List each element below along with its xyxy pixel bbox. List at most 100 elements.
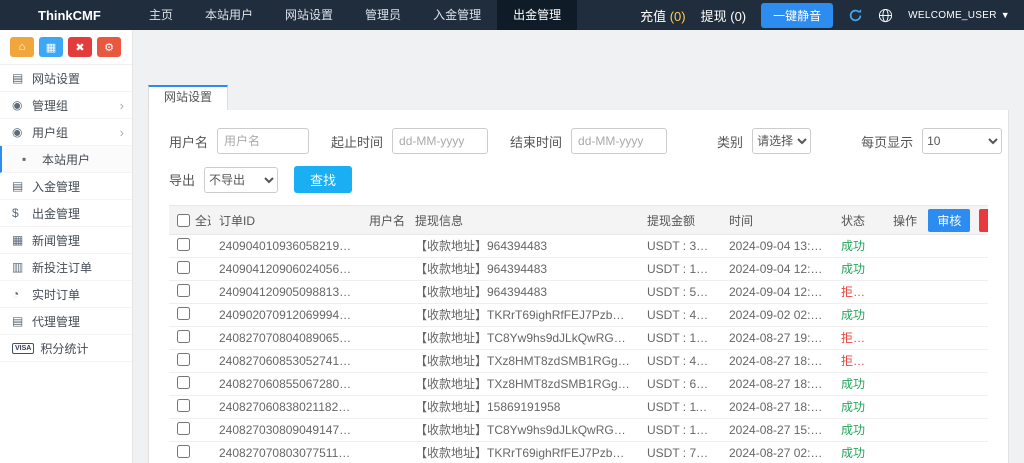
time: 2024-08-27 02:37:12 bbox=[721, 442, 833, 463]
row-checkbox[interactable] bbox=[177, 376, 190, 389]
table-row: 240904120906024056321【收款地址】964394483USDT… bbox=[169, 258, 988, 281]
refresh-icon[interactable] bbox=[848, 8, 863, 23]
end-time-label: 结束时间 bbox=[510, 132, 562, 151]
reject-button[interactable]: 拒绝 bbox=[979, 209, 988, 232]
topbar-nav-item[interactable]: 主页 bbox=[133, 0, 189, 30]
row-checkbox[interactable] bbox=[177, 353, 190, 366]
recharge-link[interactable]: 充值 (0) bbox=[640, 6, 686, 25]
topbar-nav: 主页本站用户网站设置管理员入金管理出金管理 bbox=[133, 0, 577, 30]
sidebar-item[interactable]: ◔实时订单 bbox=[0, 281, 132, 308]
row-checkbox[interactable] bbox=[177, 445, 190, 458]
amount: USDT : 100.00 bbox=[639, 258, 721, 281]
withdraw-info: 【收款地址】964394483 bbox=[407, 235, 639, 258]
order-id: 240904010936058219336 bbox=[211, 235, 361, 258]
order-id: 240827060838021182737 bbox=[211, 396, 361, 419]
topbar-nav-item[interactable]: 本站用户 bbox=[189, 0, 269, 30]
sidebar-item-label: 入金管理 bbox=[32, 178, 80, 195]
recharge-count: (0) bbox=[670, 9, 686, 24]
row-checkbox[interactable] bbox=[177, 422, 190, 435]
withdraw-info: 【收款地址】TXz8HMT8zdSMB1RGg6txZzQYeTubDqVLXp bbox=[407, 373, 639, 396]
topbar: ThinkCMF 主页本站用户网站设置管理员入金管理出金管理 充值 (0) 提现… bbox=[0, 0, 1024, 30]
row-actions bbox=[885, 281, 988, 304]
recharge-label: 充值 bbox=[640, 9, 666, 24]
per-page-select[interactable]: 10 bbox=[922, 128, 1002, 154]
tab-website-settings[interactable]: 网站设置 bbox=[148, 85, 228, 111]
start-date-input[interactable] bbox=[392, 128, 488, 154]
time: 2024-09-04 13:20:36 bbox=[721, 235, 833, 258]
clock-icon: ◔ bbox=[12, 287, 32, 301]
order-id: 240827060853052741660 bbox=[211, 350, 361, 373]
amount: USDT : 702.00 bbox=[639, 442, 721, 463]
select-all-checkbox[interactable] bbox=[177, 214, 190, 227]
visa-icon: VISA bbox=[12, 343, 34, 354]
mute-button[interactable]: 一键静音 bbox=[761, 3, 833, 28]
sidebar-item[interactable]: ◉管理组› bbox=[0, 92, 132, 119]
sidebar-item[interactable]: $出金管理 bbox=[0, 200, 132, 227]
sidebar-item[interactable]: ▤网站设置 bbox=[0, 65, 132, 92]
time: 2024-09-04 12:41:05 bbox=[721, 281, 833, 304]
trash-quick-button[interactable]: ✖ bbox=[68, 37, 92, 57]
amount: USDT : 450.00 bbox=[639, 304, 721, 327]
chevron-right-icon: › bbox=[120, 126, 124, 139]
row-checkbox[interactable] bbox=[177, 284, 190, 297]
end-date-input[interactable] bbox=[571, 128, 667, 154]
table-row: 240827070803077511670【收款地址】TKRrT69ighRfF… bbox=[169, 442, 988, 463]
sidebar-item[interactable]: ▤代理管理 bbox=[0, 308, 132, 335]
sidebar-item[interactable]: ▪本站用户 bbox=[0, 146, 132, 173]
row-checkbox[interactable] bbox=[177, 330, 190, 343]
sidebar-item[interactable]: ▤入金管理 bbox=[0, 173, 132, 200]
table-row: 240827060838021182737【收款地址】15869191958US… bbox=[169, 396, 988, 419]
col-time: 时间 bbox=[721, 206, 833, 235]
username bbox=[361, 350, 407, 373]
brand-logo[interactable]: ThinkCMF bbox=[0, 0, 133, 30]
username-input[interactable] bbox=[217, 128, 309, 154]
order-id: 240827070803077511670 bbox=[211, 442, 361, 463]
audit-button[interactable]: 审核 bbox=[928, 209, 970, 232]
row-checkbox[interactable] bbox=[177, 261, 190, 274]
row-actions bbox=[885, 304, 988, 327]
row-actions bbox=[885, 419, 988, 442]
withdraw-info: 【收款地址】TXz8HMT8zdSMB1RGg6txZzQYeTubDqVLXp bbox=[407, 350, 639, 373]
topbar-nav-item[interactable]: 管理员 bbox=[349, 0, 417, 30]
sidebar-item-label: 本站用户 bbox=[42, 151, 90, 168]
users-icon: ◉ bbox=[12, 98, 32, 112]
col-actions: 操作 bbox=[893, 214, 917, 228]
sidebar-item[interactable]: VISA积分统计 bbox=[0, 335, 132, 362]
username bbox=[361, 419, 407, 442]
chevron-right-icon: › bbox=[120, 99, 124, 112]
export-select[interactable]: 不导出 bbox=[204, 167, 278, 193]
withdraw-info: 【收款地址】TC8Yw9hs9dJLkQwRGWki6kFj9sxpJz3wfE bbox=[407, 419, 639, 442]
order-id: 240827030809049147587 bbox=[211, 419, 361, 442]
time: 2024-09-02 02:37:12 bbox=[721, 304, 833, 327]
topbar-nav-item[interactable]: 出金管理 bbox=[497, 0, 577, 30]
globe-icon[interactable] bbox=[878, 8, 893, 23]
status-text: 成功 bbox=[833, 396, 885, 419]
export-label: 导出 bbox=[169, 170, 195, 189]
col-status: 状态 bbox=[833, 206, 885, 235]
topbar-nav-item[interactable]: 网站设置 bbox=[269, 0, 349, 30]
user-menu[interactable]: WELCOME_USER ▼ bbox=[908, 10, 1010, 21]
username bbox=[361, 442, 407, 463]
col-amount: 提现金额 bbox=[639, 206, 721, 235]
sidebar-item-label: 用户组 bbox=[32, 124, 68, 141]
gear-quick-button[interactable]: ⚙ bbox=[97, 37, 121, 57]
apps-quick-button[interactable]: ▦ bbox=[39, 37, 63, 57]
withdraw-table: 全选 订单ID 用户名 提现信息 提现金额 时间 状态 操作 审核 bbox=[169, 205, 988, 463]
time: 2024-08-27 18:39:53 bbox=[721, 350, 833, 373]
search-button[interactable]: 查找 bbox=[294, 166, 352, 193]
sidebar-item[interactable]: ◉用户组› bbox=[0, 119, 132, 146]
withdraw-link[interactable]: 提现 (0) bbox=[701, 6, 747, 25]
dollar-icon: $ bbox=[12, 206, 32, 220]
row-checkbox[interactable] bbox=[177, 238, 190, 251]
table-row: 240827060853052741660 【收款地址】TXz8HMT8zdSMB… bbox=[169, 350, 988, 373]
category-select[interactable]: 请选择 bbox=[752, 128, 811, 154]
topbar-nav-item[interactable]: 入金管理 bbox=[417, 0, 497, 30]
agent-icon: ▤ bbox=[12, 314, 32, 328]
sidebar-item[interactable]: ▦新闻管理 bbox=[0, 227, 132, 254]
home-quick-button[interactable]: ⌂ bbox=[10, 37, 34, 57]
orders-icon: ▥ bbox=[12, 260, 32, 274]
username bbox=[361, 281, 407, 304]
row-checkbox[interactable] bbox=[177, 307, 190, 320]
row-checkbox[interactable] bbox=[177, 399, 190, 412]
sidebar-item[interactable]: ▥新投注订单 bbox=[0, 254, 132, 281]
